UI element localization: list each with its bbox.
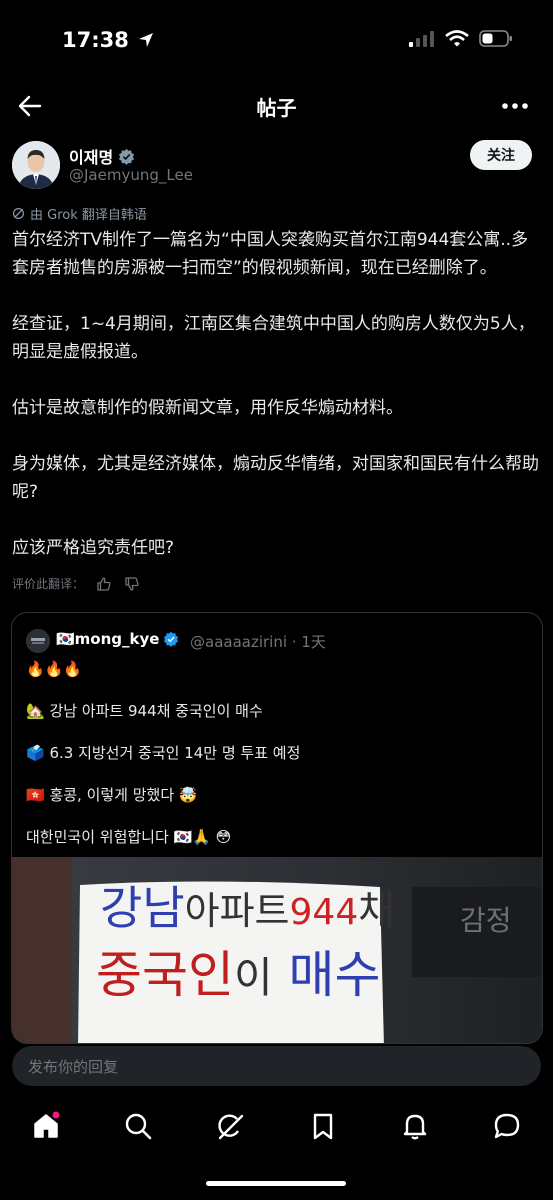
search-icon: [126, 1113, 152, 1140]
quote-line: 🏡 강남 아파트 944채 중국인이 매수: [26, 702, 263, 720]
rate-translation: 评价此翻译：: [12, 575, 140, 592]
bookmark-icon: [313, 1113, 332, 1140]
sign-word: 이: [234, 953, 273, 1002]
rate-translation-label: 评价此翻译：: [12, 577, 85, 591]
home-indicator[interactable]: [206, 1181, 346, 1186]
sign-line-1: 강남아파트944채: [100, 883, 395, 938]
quote-meta: @aaaaazirini · 1天: [190, 631, 326, 652]
author-name-text: 이재명: [69, 148, 114, 167]
follow-button[interactable]: 关注: [470, 140, 532, 170]
grok-icon: [218, 1114, 244, 1140]
quote-body: 🔥🔥🔥 🏡 강남 아파트 944채 중국인이 매수 🗳️ 6.3 지방선거 중국…: [26, 657, 526, 867]
post-body: 首尔经济TV制作了一篇名为“中国人突袭购买首尔江南944套公寓..多套房者抛售的…: [12, 226, 542, 590]
quote-author-name[interactable]: 🇰🇷mong_kye: [56, 630, 179, 648]
quote-avatar[interactable]: [26, 629, 50, 653]
status-time-text: 17:38: [62, 28, 129, 52]
quote-line: 🔥🔥🔥: [26, 660, 83, 678]
sign-word: 매수: [288, 946, 381, 1004]
more-horizontal-icon[interactable]: [499, 92, 531, 120]
verified-badge-icon: [164, 631, 179, 647]
battery-icon: [479, 30, 512, 47]
background-sign-text: 감정: [460, 904, 512, 937]
tab-notifications[interactable]: [400, 1111, 430, 1141]
quote-avatar-image: [26, 629, 50, 653]
bell-icon: [403, 1114, 426, 1140]
message-icon: [494, 1113, 520, 1139]
post-paragraph: 应该严格追究责任吧?: [12, 538, 175, 558]
reply-input[interactable]: 发布你的回复: [12, 1046, 541, 1086]
location-arrow-icon: [139, 33, 154, 47]
status-time: 17:38: [62, 28, 154, 52]
sign-word: 944: [289, 892, 359, 933]
reply-placeholder: 发布你的回复: [28, 1057, 119, 1076]
grok-icon: [13, 208, 24, 219]
cellular-signal-icon: [409, 30, 434, 47]
post-paragraph: 经查证，1~4月期间，江南区集合建筑中中国人的购房人数仅为5人，明显是虚假报道。: [12, 314, 535, 362]
post-paragraph: 身为媒体，尤其是经济媒体，煽动反华情绪，对国家和国民有什么帮助呢?: [12, 454, 539, 502]
avatar-portrait: [12, 141, 60, 189]
quoted-post[interactable]: 🇰🇷mong_kye @aaaaazirini · 1天 🔥🔥🔥 🏡 강남 아파…: [11, 612, 543, 1044]
top-bar: 帖子: [0, 86, 553, 126]
home-icon: [34, 1111, 60, 1138]
sign-word: 강남: [100, 881, 185, 935]
quote-handle[interactable]: @aaaaazirini: [190, 633, 287, 651]
sign-word: 채: [358, 888, 396, 934]
quote-author-name-text: 🇰🇷mong_kye: [56, 630, 160, 648]
quote-line: 🇭🇰 홍콩, 이렇게 망했다 🤯: [26, 786, 198, 804]
tab-home[interactable]: [31, 1111, 61, 1141]
post-paragraph: 首尔经济TV制作了一篇名为“中国人突袭购买首尔江南944套公寓..多套房者抛售的…: [12, 230, 529, 278]
tab-bookmarks[interactable]: [308, 1111, 338, 1141]
tab-search[interactable]: [123, 1111, 153, 1141]
sign-line-2: 중국인이 매수: [96, 947, 381, 1006]
sign-word: 중국인: [96, 946, 234, 1004]
sign-word: 아파트: [184, 889, 290, 933]
verified-badge-icon: [119, 148, 135, 165]
thumbs-down-icon[interactable]: [124, 576, 140, 592]
tab-messages[interactable]: [492, 1111, 522, 1141]
translation-note-text: 由 Grok 翻译自韩语: [30, 208, 147, 223]
author-avatar[interactable]: [12, 141, 60, 189]
bottom-tab-bar: [0, 1100, 553, 1152]
author-handle[interactable]: @Jaemyung_Lee: [69, 166, 193, 184]
translation-note[interactable]: 由 Grok 翻译自韩语: [12, 204, 147, 223]
thumbs-up-icon[interactable]: [96, 576, 112, 592]
status-icons: [409, 30, 513, 47]
quote-image[interactable]: 강남아파트944채 중국인이 매수 감정: [12, 857, 542, 1043]
quote-line: 🗳️ 6.3 지방선거 중국인 14만 명 투표 예정: [26, 744, 301, 762]
quote-time: · 1天: [291, 633, 326, 651]
page-title: 帖子: [256, 96, 297, 120]
tab-grok[interactable]: [215, 1111, 245, 1141]
post-paragraph: 估计是故意制作的假新闻文章，用作反华煽动材料。: [12, 398, 403, 418]
wifi-icon: [445, 30, 469, 47]
author-name[interactable]: 이재명: [69, 144, 135, 168]
